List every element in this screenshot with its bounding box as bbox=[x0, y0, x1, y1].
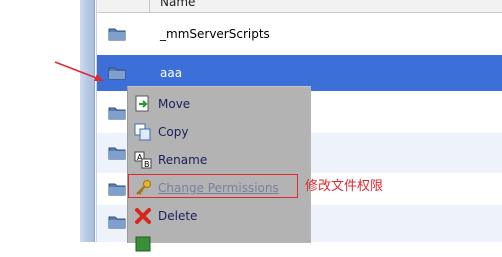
move-icon bbox=[134, 95, 152, 113]
table-row[interactable]: _mmServerScripts bbox=[97, 13, 502, 54]
highlight-box bbox=[128, 174, 298, 198]
annotation-label: 修改文件权限 bbox=[305, 179, 384, 194]
column-header[interactable]: Name bbox=[97, 0, 502, 13]
menu-item-rename[interactable]: AB Rename bbox=[128, 147, 311, 173]
folder-icon bbox=[108, 66, 126, 80]
menu-item-delete[interactable]: Delete bbox=[128, 203, 311, 229]
name-column-label: Name bbox=[160, 0, 196, 9]
context-menu: Move Copy AB Rename Change Permissions D… bbox=[127, 86, 311, 252]
folder-icon bbox=[108, 27, 126, 41]
column-separator bbox=[149, 0, 150, 12]
copy-icon bbox=[134, 123, 152, 141]
file-name: _mmServerScripts bbox=[160, 27, 270, 41]
menu-item-copy[interactable]: Copy bbox=[128, 119, 311, 145]
folder-icon bbox=[108, 106, 126, 120]
file-name: aaa bbox=[160, 66, 183, 80]
folder-icon bbox=[108, 146, 126, 160]
menu-item-partial[interactable] bbox=[128, 231, 311, 257]
folder-icon bbox=[108, 215, 126, 229]
menu-item-move[interactable]: Move bbox=[128, 91, 311, 117]
delete-icon bbox=[134, 207, 152, 225]
rename-icon: AB bbox=[134, 151, 152, 169]
vertical-scrollbar[interactable] bbox=[80, 0, 95, 242]
left-panel bbox=[0, 0, 80, 242]
folder-icon bbox=[108, 182, 126, 196]
svg-text:B: B bbox=[144, 160, 150, 169]
menu-item-icon bbox=[134, 235, 152, 253]
